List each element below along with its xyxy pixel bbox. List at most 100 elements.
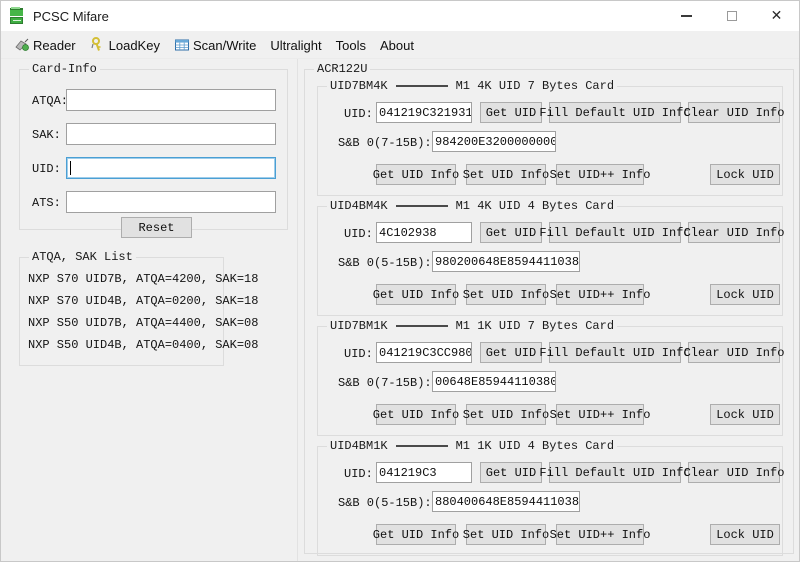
uid-input-value: 041219C3 — [379, 465, 437, 480]
menu-item-ultralight[interactable]: Ultralight — [263, 34, 328, 56]
get-uid-button[interactable]: Get UID — [480, 342, 542, 363]
clear-uid-info-button[interactable]: Clear UID Info — [684, 222, 784, 243]
sb-label: S&B 0(7-15B): — [338, 136, 432, 150]
fill-default-uid-info-button[interactable]: Fill Default UID Info — [539, 462, 691, 483]
sb-input[interactable]: 980200648E859441103807 — [432, 251, 580, 272]
window-controls: ✕ — [664, 1, 799, 31]
uid-input[interactable]: 4C102938 — [376, 222, 472, 243]
reset-button[interactable]: Reset — [121, 217, 192, 238]
card-group-description: M1 1K UID 7 Bytes Card — [455, 319, 615, 333]
set-uid-info-button[interactable]: Set UID Info — [463, 404, 549, 425]
set-uid-info-button[interactable]: Set UID Info — [463, 524, 549, 545]
lock-uid-button[interactable]: Lock UID — [710, 404, 780, 425]
sb-input[interactable]: 880400648E859441103807 — [432, 491, 580, 512]
get-uid-info-button[interactable]: Get UID Info — [373, 164, 459, 185]
maximize-button[interactable] — [709, 1, 754, 31]
get-uid-button[interactable]: Get UID — [480, 102, 542, 123]
uid-label: UID: — [32, 162, 61, 176]
get-uid-button[interactable]: Get UID — [480, 222, 542, 243]
atqa-label: ATQA: — [32, 94, 69, 108]
card-group-title: UID4BM1K M1 1K UID 4 Bytes Card — [327, 439, 618, 453]
uid-input[interactable]: 041219C3219316 — [376, 102, 472, 123]
uid-input-value: 041219C3CC9802 — [379, 345, 472, 360]
get-uid-info-button[interactable]: Get UID Info — [373, 284, 459, 305]
atqa-sak-list-group: ATQA, SAK List NXP S70 UID7B, ATQA=4200,… — [19, 250, 258, 366]
acr122u-group-title: ACR122U — [314, 62, 371, 76]
sak-input[interactable] — [66, 123, 276, 145]
fill-default-uid-info-button[interactable]: Fill Default UID Info — [539, 342, 691, 363]
acr122u-group: ACR122U UID7BM4K M1 4K UID 7 Bytes Card … — [304, 62, 794, 556]
menu-item-about[interactable]: About — [373, 34, 421, 56]
lock-uid-button[interactable]: Lock UID — [710, 284, 780, 305]
uid-input-value: 4C102938 — [379, 225, 437, 240]
text-caret — [70, 161, 71, 175]
content-area: Card-Info ATQA: SAK: UID: ATS: Reset ATQ… — [1, 59, 799, 561]
uid-label: UID: — [344, 467, 373, 481]
set-uid-info-button[interactable]: Set UID Info — [463, 164, 549, 185]
close-button[interactable]: ✕ — [754, 1, 799, 31]
uid-input-value: 041219C3219316 — [379, 105, 472, 120]
uid-input[interactable]: 041219C3 — [376, 462, 472, 483]
set-uid-pp-info-button[interactable]: Set UID++ Info — [550, 404, 650, 425]
close-icon: ✕ — [770, 8, 783, 24]
get-uid-button[interactable]: Get UID — [480, 462, 542, 483]
menu-item-scan-write[interactable]: Scan/Write — [167, 34, 263, 56]
sb-input-value: 00648E859441103807 — [435, 374, 556, 389]
uid-label: UID: — [344, 227, 373, 241]
ats-input[interactable] — [66, 191, 276, 213]
list-item: NXP S70 UID7B, ATQA=4200, SAK=18 — [28, 272, 259, 286]
sb-label: S&B 0(5-15B): — [338, 256, 432, 270]
fill-default-uid-info-button[interactable]: Fill Default UID Info — [539, 102, 691, 123]
atqa-input[interactable] — [66, 89, 276, 111]
minimize-button[interactable] — [664, 1, 709, 31]
card-group-uid7bm4k: UID7BM4K M1 4K UID 7 Bytes Card UID: 041… — [317, 79, 784, 196]
card-group-name: UID7BM1K — [330, 319, 388, 333]
application-window: PCSC Mifare ✕ Reader LoadKey Scan/Write … — [0, 0, 800, 562]
fill-default-uid-info-button[interactable]: Fill Default UID Info — [539, 222, 691, 243]
card-group-uid4bm4k: UID4BM4K M1 4K UID 4 Bytes Card UID: 4C1… — [317, 199, 784, 316]
lock-uid-button[interactable]: Lock UID — [710, 524, 780, 545]
menu-item-label: Reader — [33, 37, 76, 53]
right-panel: ACR122U UID7BM4K M1 4K UID 7 Bytes Card … — [298, 59, 799, 561]
card-info-group: Card-Info ATQA: SAK: UID: ATS: Reset — [19, 62, 288, 238]
card-group-uid7bm1k: UID7BM1K M1 1K UID 7 Bytes Card UID: 041… — [317, 319, 784, 436]
menu-item-reader[interactable]: Reader — [7, 34, 83, 56]
uid-label: UID: — [344, 347, 373, 361]
lock-uid-button[interactable]: Lock UID — [710, 164, 780, 185]
clear-uid-info-button[interactable]: Clear UID Info — [684, 102, 784, 123]
sb-input-value: 980200648E859441103807 — [435, 254, 580, 269]
uid-input[interactable] — [66, 157, 276, 179]
reader-device-icon — [14, 37, 30, 53]
set-uid-pp-info-button[interactable]: Set UID++ Info — [550, 524, 650, 545]
sb-input[interactable]: 00648E859441103807 — [432, 371, 556, 392]
card-group-description: M1 4K UID 7 Bytes Card — [455, 79, 615, 93]
list-item: NXP S50 UID4B, ATQA=0400, SAK=08 — [28, 338, 259, 352]
clear-uid-info-button[interactable]: Clear UID Info — [684, 462, 784, 483]
get-uid-info-button[interactable]: Get UID Info — [373, 524, 459, 545]
sb-label: S&B 0(7-15B): — [338, 376, 432, 390]
menu-item-loadkey[interactable]: LoadKey — [83, 34, 167, 56]
set-uid-pp-info-button[interactable]: Set UID++ Info — [550, 164, 650, 185]
card-group-title: UID7BM1K M1 1K UID 7 Bytes Card — [327, 319, 618, 333]
set-uid-info-button[interactable]: Set UID Info — [463, 284, 549, 305]
sb-input-value: 984200E32000000000 — [435, 134, 556, 149]
card-group-name: UID7BM4K — [330, 79, 388, 93]
atqa-sak-list-title: ATQA, SAK List — [29, 250, 136, 264]
uid-label: UID: — [344, 107, 373, 121]
card-group-name: UID4BM4K — [330, 199, 388, 213]
card-info-group-title: Card-Info — [29, 62, 100, 76]
clear-uid-info-button[interactable]: Clear UID Info — [684, 342, 784, 363]
menu-item-label: LoadKey — [108, 37, 160, 53]
card-group-title: UID4BM4K M1 4K UID 4 Bytes Card — [327, 199, 618, 213]
sb-input[interactable]: 984200E32000000000 — [432, 131, 556, 152]
uid-input[interactable]: 041219C3CC9802 — [376, 342, 472, 363]
title-bar: PCSC Mifare ✕ — [1, 1, 799, 32]
card-group-description: M1 4K UID 4 Bytes Card — [455, 199, 615, 213]
get-uid-info-button[interactable]: Get UID Info — [373, 404, 459, 425]
card-group-title: UID7BM4K M1 4K UID 7 Bytes Card — [327, 79, 618, 93]
maximize-icon — [726, 11, 737, 21]
list-item: NXP S50 UID7B, ATQA=4400, SAK=08 — [28, 316, 259, 330]
title-rule — [395, 325, 448, 327]
menu-item-tools[interactable]: Tools — [329, 34, 373, 56]
set-uid-pp-info-button[interactable]: Set UID++ Info — [550, 284, 650, 305]
